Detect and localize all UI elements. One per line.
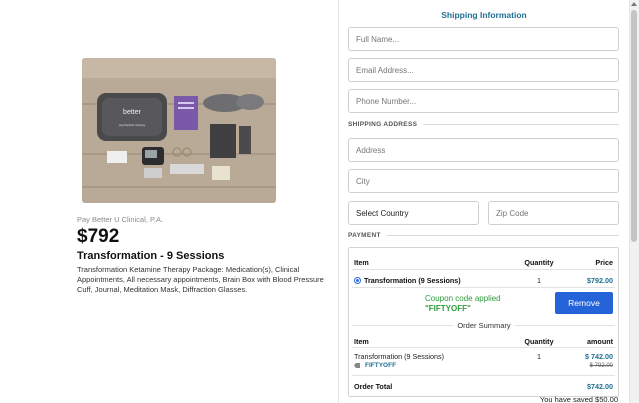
divider xyxy=(352,269,615,270)
page-scrollbar[interactable] xyxy=(629,0,639,403)
summary-header-item: Item xyxy=(354,337,369,346)
summary-item-quantity: 1 xyxy=(537,352,541,361)
city-placeholder: City xyxy=(356,176,370,186)
full-name-placeholder: Full Name... xyxy=(356,34,400,44)
product-description: Transformation Ketamine Therapy Package:… xyxy=(77,265,324,294)
country-select[interactable]: Select Country xyxy=(348,201,479,225)
payment-table-header: Item Quantity Price xyxy=(354,258,613,267)
coupon-status: Coupon code applied "FIFTYOFF" xyxy=(425,294,501,314)
divider xyxy=(352,375,615,376)
payment-item-price: $792.00 xyxy=(587,276,613,285)
address-placeholder: Address xyxy=(356,145,386,155)
summary-header-quantity: Quantity xyxy=(524,337,554,346)
product-title: Transformation - 9 Sessions xyxy=(77,250,225,262)
item-radio[interactable] xyxy=(354,277,361,284)
order-total-row: Order Total $742.00 xyxy=(354,382,613,391)
shipping-heading: Shipping Information xyxy=(441,10,527,20)
payment-label: PAYMENT xyxy=(348,232,619,239)
email-placeholder: Email Address... xyxy=(356,65,414,75)
zip-code-field[interactable]: Zip Code xyxy=(488,201,619,225)
divider xyxy=(352,287,615,288)
scrollbar-thumb[interactable] xyxy=(631,10,637,242)
coupon-code: "FIFTYOFF" xyxy=(425,304,471,313)
address-field[interactable]: Address xyxy=(348,138,619,162)
header-quantity: Quantity xyxy=(524,258,554,267)
header-item: Item xyxy=(354,258,369,267)
order-total-value: $742.00 xyxy=(587,382,613,391)
remove-coupon-button[interactable]: Remove xyxy=(555,292,613,314)
product-image: better psychedelic therapy xyxy=(82,58,276,203)
city-field[interactable]: City xyxy=(348,169,619,193)
summary-item-row: Transformation (9 Sessions) 1 $ 742.00 xyxy=(354,352,613,361)
full-name-field[interactable]: Full Name... xyxy=(348,27,619,51)
payment-item-name: Transformation (9 Sessions) xyxy=(364,276,461,285)
coupon-tag: FIFTYOFF xyxy=(354,362,396,369)
country-select-value: Select Country xyxy=(356,208,409,218)
product-price: $792 xyxy=(77,226,120,247)
divider xyxy=(352,347,615,348)
phone-field[interactable]: Phone Number... xyxy=(348,89,619,113)
email-field[interactable]: Email Address... xyxy=(348,58,619,82)
case-logo: better xyxy=(123,109,142,116)
tag-icon xyxy=(354,363,360,368)
summary-coupon-row: FIFTYOFF $ 792.00 xyxy=(354,362,613,369)
merchant-name: Pay Better U Clinical, P.A. xyxy=(77,215,164,224)
product-photo-illustration: better psychedelic therapy xyxy=(82,58,276,203)
order-total-label: Order Total xyxy=(354,382,393,391)
coupon-message: Coupon code applied xyxy=(425,294,501,303)
summary-item-amount: $ 742.00 xyxy=(585,352,613,361)
zip-code-placeholder: Zip Code xyxy=(496,208,529,218)
scroll-up-icon[interactable] xyxy=(631,2,637,6)
payment-item-row[interactable]: Transformation (9 Sessions) 1 $792.00 xyxy=(354,276,613,285)
summary-header-amount: amount xyxy=(587,337,613,346)
case-subtitle: psychedelic therapy xyxy=(119,123,146,127)
checkout-panel: Shipping Information Full Name... Email … xyxy=(338,0,628,403)
summary-item-name: Transformation (9 Sessions) xyxy=(354,352,445,361)
shipping-address-label: SHIPPING ADDRESS xyxy=(348,121,619,128)
savings-text: You have saved $50.00 xyxy=(539,395,618,403)
summary-table-header: Item Quantity amount xyxy=(354,337,613,346)
header-price: Price xyxy=(595,258,613,267)
payment-item-quantity: 1 xyxy=(537,276,541,285)
phone-placeholder: Phone Number... xyxy=(356,96,417,106)
summary-original-amount: $ 792.00 xyxy=(589,362,613,369)
order-summary-title: Order Summary xyxy=(339,321,629,330)
